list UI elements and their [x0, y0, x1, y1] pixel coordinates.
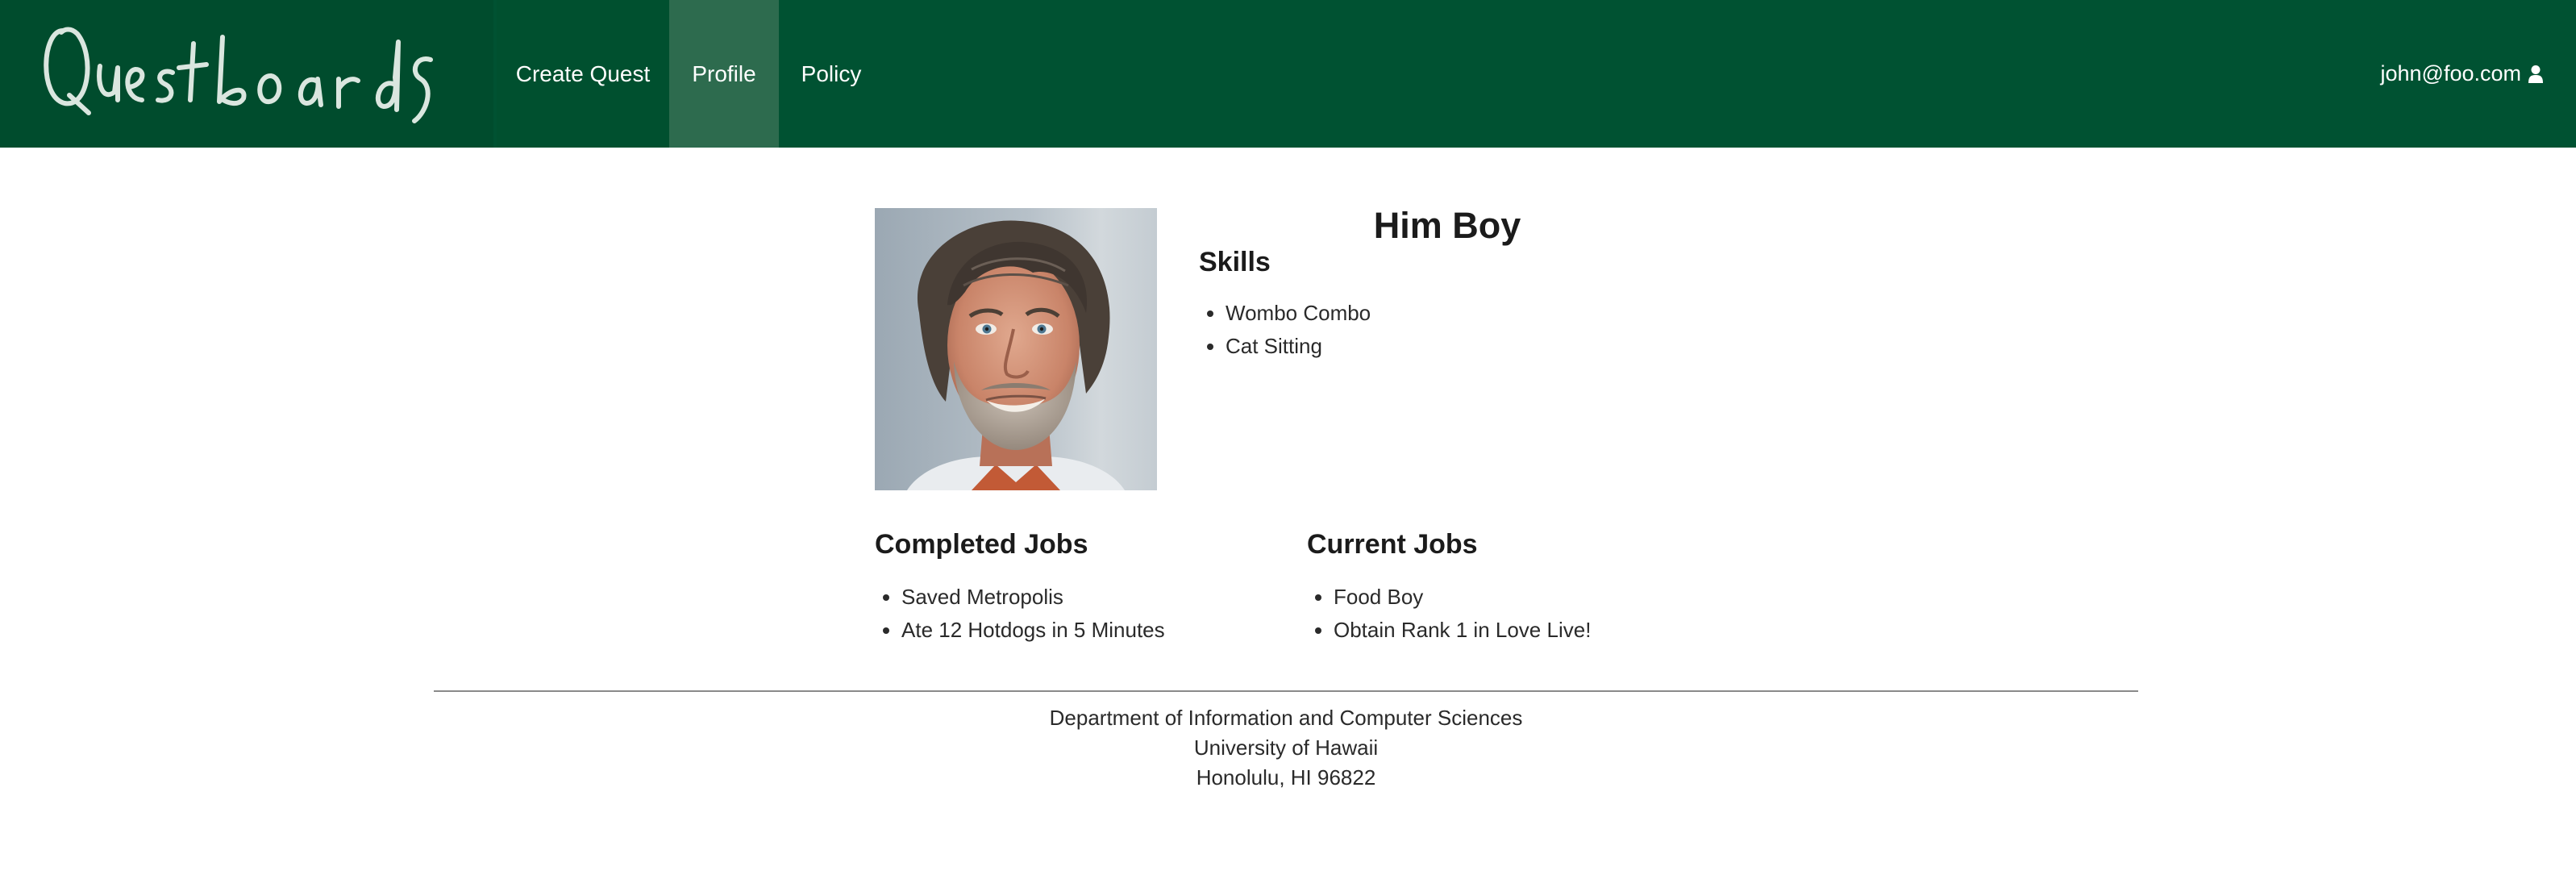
- current-job-item: Food Boy: [1334, 581, 1591, 614]
- top-navbar: Questboards: [0, 0, 2576, 148]
- questboards-logo-icon: [44, 27, 433, 123]
- completed-job-item: Ate 12 Hotdogs in 5 Minutes: [901, 614, 1165, 647]
- footer-department: Department of Information and Computer S…: [1049, 706, 1523, 730]
- brand-logo[interactable]: Questboards: [0, 0, 493, 148]
- current-jobs-list: Food Boy Obtain Rank 1 in Love Live!: [1307, 581, 1591, 647]
- profile-name: Him Boy: [1373, 205, 1521, 246]
- current-jobs-heading: Current Jobs: [1307, 529, 1478, 560]
- user-menu[interactable]: john@foo.com: [2381, 0, 2545, 148]
- footer: Department of Information and Computer S…: [434, 703, 2138, 793]
- current-job-item: Obtain Rank 1 in Love Live!: [1334, 614, 1591, 647]
- skills-list: Wombo Combo Cat Sitting: [1199, 297, 1371, 363]
- nav-profile[interactable]: Profile: [669, 0, 779, 148]
- footer-divider: [434, 690, 2138, 692]
- completed-job-item: Saved Metropolis: [901, 581, 1165, 614]
- nav-create-quest[interactable]: Create Quest: [497, 0, 669, 148]
- footer-address: Honolulu, HI 96822: [1196, 765, 1376, 790]
- skills-heading: Skills: [1199, 247, 1271, 277]
- user-email: john@foo.com: [2380, 61, 2522, 85]
- user-icon: [2528, 65, 2543, 83]
- profile-photo: [875, 208, 1157, 490]
- completed-jobs-heading: Completed Jobs: [875, 529, 1088, 560]
- footer-university: University of Hawaii: [1193, 735, 1379, 760]
- completed-jobs-list: Saved Metropolis Ate 12 Hotdogs in 5 Min…: [875, 581, 1165, 647]
- skill-item: Wombo Combo: [1226, 297, 1371, 330]
- nav-policy[interactable]: Policy: [779, 0, 884, 148]
- skill-item: Cat Sitting: [1226, 330, 1371, 363]
